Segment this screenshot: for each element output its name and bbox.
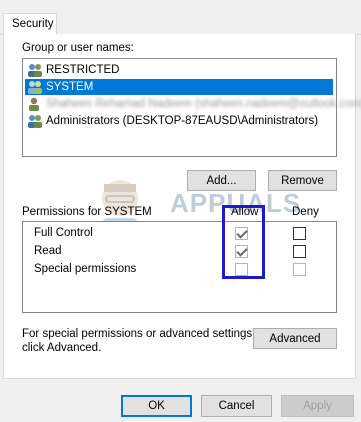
advanced-button[interactable]: Advanced [253,328,337,349]
users-group-icon [27,114,43,128]
permission-name-read: Read [34,245,62,257]
apply-button[interactable]: Apply [281,395,354,417]
permission-name-special: Special permissions [34,263,137,275]
read-deny-checkbox[interactable] [293,245,306,258]
users-group-icon [27,63,43,77]
full-control-deny-checkbox[interactable] [293,227,306,240]
list-item-administrators[interactable]: Administrators (DESKTOP-87EAUSD\Administ… [27,113,318,129]
user-name: RESTRICTED [46,64,120,76]
user-name: SYSTEM [46,81,94,93]
permission-name-full-control: Full Control [34,227,93,239]
advanced-hint-line1: For special permissions or advanced sett… [22,328,256,340]
cancel-button[interactable]: Cancel [201,395,272,417]
deny-column-header: Deny [292,206,319,218]
user-list[interactable]: RESTRICTED SYSTEM Shaheen Rehamad Nadeem… [22,58,361,157]
list-item-restricted[interactable]: RESTRICTED [27,62,119,78]
special-deny-checkbox [293,263,306,276]
remove-button[interactable]: Remove [268,170,337,191]
user-name: Administrators (DESKTOP-87EAUSD\Administ… [46,115,319,127]
user-icon [27,97,43,111]
add-button[interactable]: Add... [187,170,256,191]
ok-button[interactable]: OK [121,395,192,417]
permissions-table: Full Control Read Special permissions [22,221,337,313]
permissions-for-label: Permissions for SYSTEM [22,206,152,218]
group-user-names-label: Group or user names: [22,42,134,54]
allow-column-highlight [222,205,265,279]
tab-security[interactable]: Security [3,13,57,35]
list-item-system[interactable]: SYSTEM [25,79,333,95]
users-group-icon [27,80,43,94]
user-name: Shaheen Rehamad Nadeem (shaheen.nadeem@o… [46,98,361,110]
advanced-hint-line2: click Advanced. [22,342,102,354]
list-item-user-account[interactable]: Shaheen Rehamad Nadeem (shaheen.nadeem@o… [27,96,361,112]
